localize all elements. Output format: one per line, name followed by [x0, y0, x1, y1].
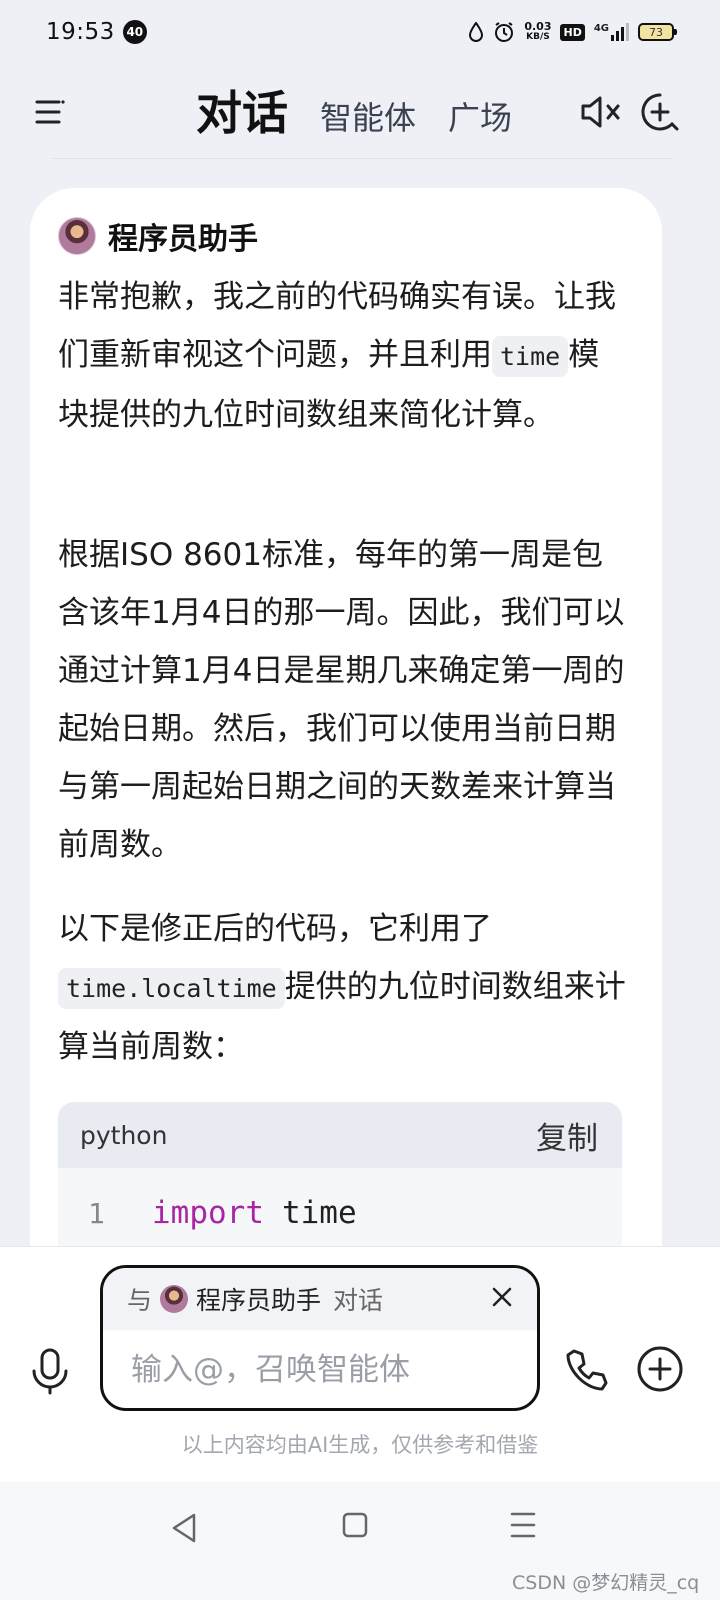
signal-icon — [611, 23, 629, 41]
code-identifier: time — [281, 1195, 357, 1231]
code-line: 1 import time — [58, 1168, 622, 1258]
nav-divider — [52, 158, 672, 159]
signal-label: 4G — [593, 23, 609, 34]
speaker-mute-icon[interactable] — [580, 94, 622, 130]
notification-badge: 40 — [122, 20, 147, 44]
menu-icon[interactable] — [34, 96, 66, 128]
phone-icon[interactable] — [564, 1347, 610, 1393]
paragraph-3-text-start: 以下是修正后的代码，它利用了 — [58, 911, 492, 947]
copy-button[interactable]: 复制 — [536, 1113, 598, 1158]
nav-tabs: 对话 智能体 广场 — [196, 78, 512, 158]
watermark: CSDN @梦幻精灵_cq — [512, 1572, 700, 1594]
net-speed-value: 0.03 — [524, 20, 552, 33]
context-avatar — [160, 1285, 189, 1313]
signal-indicator: 4G — [594, 23, 629, 41]
microphone-icon[interactable] — [28, 1347, 72, 1395]
status-bar: 19:53 40 0.03 KB/S HD 4G 73 — [0, 0, 720, 64]
code-block-header: python 复制 — [58, 1102, 622, 1168]
message-sender: 程序员助手 — [58, 214, 258, 258]
status-right: 0.03 KB/S HD 4G 73 — [468, 21, 677, 43]
top-nav: 对话 智能体 广场 — [0, 78, 720, 158]
inline-code-time: time — [492, 336, 569, 377]
message-paragraph-2: 根据ISO 8601标准，每年的第一周是包含该年1月4日的那一周。因此，我们可以… — [58, 537, 625, 863]
status-time: 19:53 — [46, 19, 115, 45]
code-keyword: import — [152, 1195, 264, 1231]
status-left: 19:53 40 — [46, 19, 147, 45]
net-speed-unit: KB/S — [526, 32, 550, 42]
line-number: 1 — [88, 1196, 105, 1230]
ai-disclaimer: 以上内容均由AI生成，仅供参考和借鉴 — [181, 1433, 539, 1457]
message-card: 程序员助手 非常抱歉，我之前的代码确实有误。让我们重新审视这个问题，并且利用 ti… — [30, 188, 662, 1318]
agent-context-bar: 与 程序员助手 对话 — [103, 1268, 537, 1330]
back-icon[interactable] — [170, 1512, 198, 1544]
message-input-box: 与 程序员助手 对话 — [100, 1265, 540, 1411]
message-paragraph-1: 非常抱歉，我之前的代码确实有误。让我们重新审视这个问题，并且利用 time 模块提供… — [58, 268, 628, 444]
message-paragraph-3: 以下是修正后的代码，它利用了time.localtime 提供的九位时间数组来计算… — [58, 900, 628, 1076]
recent-apps-icon[interactable] — [510, 1510, 536, 1540]
context-agent-name: 程序员助手 — [196, 1286, 322, 1315]
tab-agents[interactable]: 智能体 — [320, 78, 416, 158]
home-icon[interactable] — [342, 1512, 368, 1538]
tab-plaza[interactable]: 广场 — [448, 78, 512, 158]
message-input[interactable] — [131, 1330, 531, 1408]
new-chat-icon[interactable] — [640, 92, 680, 132]
context-chat-label: 对话 — [333, 1286, 384, 1315]
battery-icon: 73 — [638, 23, 677, 41]
code-language: python — [80, 1120, 168, 1150]
water-drop-icon — [469, 22, 484, 42]
avatar[interactable] — [58, 217, 96, 255]
sender-name: 程序员助手 — [108, 222, 258, 257]
context-with-label: 与 — [127, 1286, 153, 1315]
bottom-input-area: 与 程序员助手 对话 以上内容均由AI生成，仅供参考和借鉴 — [0, 1246, 720, 1482]
inline-code-localtime: time.localtime — [58, 968, 285, 1009]
close-icon[interactable] — [491, 1286, 513, 1308]
hd-badge: HD — [560, 23, 585, 41]
network-speed: 0.03 KB/S — [524, 21, 551, 43]
plus-icon[interactable] — [636, 1345, 684, 1393]
alarm-icon — [495, 22, 514, 42]
tab-chat[interactable]: 对话 — [196, 78, 288, 148]
